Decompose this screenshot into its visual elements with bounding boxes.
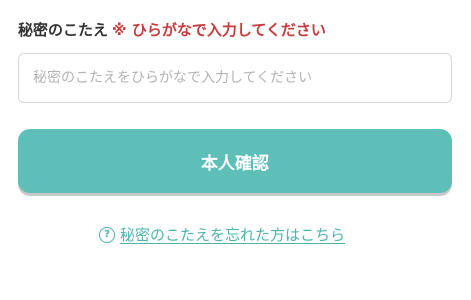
secret-answer-label-text: 秘密のこたえ: [18, 21, 109, 39]
question-circle-icon: ?: [99, 226, 115, 243]
secret-answer-input[interactable]: [18, 53, 452, 103]
identity-confirm-button[interactable]: 本人確認: [18, 129, 452, 193]
secret-answer-form: 秘密のこたえ※ ひらがなで入力してください 本人確認 ? 秘密のこたえを忘れた方…: [0, 0, 471, 300]
hiragana-required-note: ※ ひらがなで入力してください: [112, 21, 326, 39]
forgot-secret-answer-link[interactable]: ? 秘密のこたえを忘れた方はこちら: [99, 224, 345, 245]
forgot-secret-answer-link-text: 秘密のこたえを忘れた方はこちら: [120, 226, 346, 244]
secret-answer-label: 秘密のこたえ ※ ひらがなで入力してください: [18, 19, 326, 41]
